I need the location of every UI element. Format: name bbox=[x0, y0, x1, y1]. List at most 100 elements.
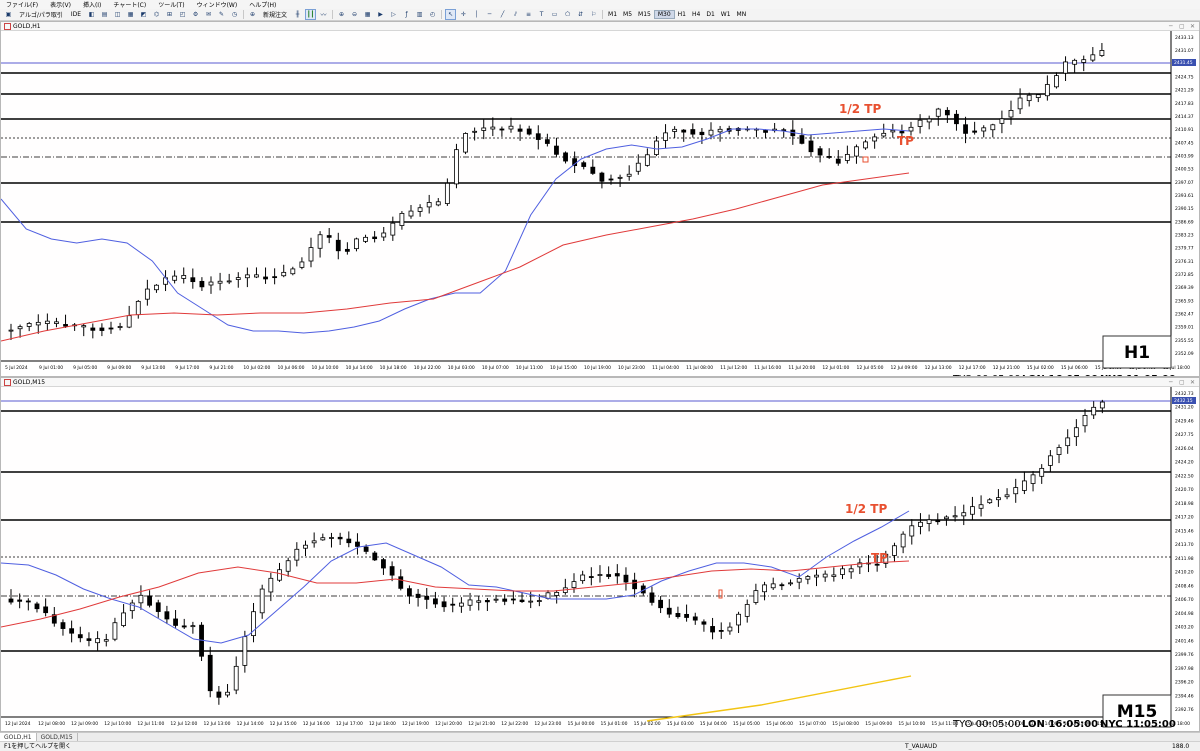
candle-chart-icon[interactable]: ┃┃ bbox=[305, 9, 317, 20]
timeframe-d1[interactable]: D1 bbox=[703, 11, 717, 18]
menu-item-3[interactable]: チャート(C) bbox=[107, 0, 152, 9]
chart-window-title-bar[interactable]: GOLD,M15 ─ ▢ ✕ bbox=[1, 378, 1199, 387]
minimize-icon[interactable]: ─ bbox=[1169, 378, 1173, 387]
market-watch-icon[interactable]: ▤ bbox=[99, 9, 110, 20]
menu-item-5[interactable]: ウィンドウ(W) bbox=[191, 0, 244, 9]
signals-icon[interactable]: ⌬ bbox=[151, 9, 162, 20]
time-axis-label: 12 Jul 10:00 bbox=[104, 721, 131, 727]
fibonacci-icon[interactable]: ≡ bbox=[523, 9, 534, 20]
price-axis-label: 2424.75 bbox=[1175, 75, 1194, 81]
timeframe-h1[interactable]: H1 bbox=[675, 11, 689, 18]
shapes-icon[interactable]: ⬠ bbox=[562, 9, 573, 20]
price-axis-label: 2432.73 bbox=[1175, 391, 1194, 397]
tile-windows-icon[interactable]: ▦ bbox=[362, 9, 373, 20]
bar-chart-icon[interactable]: ╫ bbox=[292, 9, 303, 20]
minimize-icon[interactable]: ─ bbox=[1169, 22, 1173, 31]
indicators-icon[interactable]: ƒ bbox=[401, 9, 412, 20]
arrows-icon[interactable]: ⇵ bbox=[575, 9, 586, 20]
candle-body bbox=[1099, 401, 1105, 409]
timeframe-w1[interactable]: W1 bbox=[718, 11, 734, 18]
maximize-icon[interactable]: ▢ bbox=[1179, 22, 1185, 31]
candle-body bbox=[329, 537, 334, 539]
time-axis-label: 12 Jul 11:00 bbox=[137, 721, 164, 727]
candle-body bbox=[554, 591, 560, 596]
candle-body bbox=[1073, 427, 1079, 438]
timeframe-mn[interactable]: MN bbox=[734, 11, 750, 18]
ide-button[interactable]: IDE bbox=[68, 9, 84, 20]
chart-shift-icon[interactable]: ▷ bbox=[388, 9, 399, 20]
navigator-icon[interactable]: ◫ bbox=[112, 9, 123, 20]
algo-icon[interactable]: ⚙ bbox=[190, 9, 201, 20]
new-chart-icon[interactable]: ▣ bbox=[3, 9, 14, 20]
close-icon[interactable]: ✕ bbox=[1190, 22, 1195, 31]
account-button[interactable]: アルゴ/パラ取引 bbox=[16, 9, 66, 20]
calendar-icon[interactable]: ◷ bbox=[229, 9, 240, 20]
candle-body bbox=[590, 166, 596, 174]
price-chart-m15[interactable]: 2432.73 2431.20 2429.46 2427.75 2426.04 2424.… bbox=[1, 387, 1199, 731]
vps-icon[interactable]: ◰ bbox=[177, 9, 188, 20]
candle-body bbox=[493, 598, 499, 601]
crosshair-icon[interactable]: ✛ bbox=[458, 9, 469, 20]
price-axis-label: 2403.99 bbox=[1175, 154, 1194, 160]
objects-icon[interactable]: ⚐ bbox=[588, 9, 599, 20]
menu-item-0[interactable]: ファイル(F) bbox=[0, 0, 44, 9]
candle-body bbox=[617, 176, 623, 179]
candle-body bbox=[467, 599, 473, 606]
market-icon[interactable]: ⊞ bbox=[164, 9, 175, 20]
menu-item-4[interactable]: ツール(T) bbox=[152, 0, 190, 9]
trend-line-icon[interactable]: ╱ bbox=[497, 9, 508, 20]
time-axis-label: 9 Jul 13:00 bbox=[141, 365, 165, 371]
price-axis-label: 2431.07 bbox=[1175, 48, 1194, 54]
news-icon[interactable]: ✉ bbox=[203, 9, 214, 20]
price-chart-h1[interactable]: 2433.132431.072429.232424.752421.292417.… bbox=[1, 31, 1199, 376]
zoom-in-icon[interactable]: ⊕ bbox=[336, 9, 347, 20]
chart-window-title-bar[interactable]: GOLD,H1 ─ ▢ ✕ bbox=[1, 22, 1199, 31]
candle-body bbox=[644, 154, 650, 166]
auto-scroll-icon[interactable]: ▶ bbox=[375, 9, 386, 20]
new-order-icon[interactable]: ⊕ bbox=[247, 9, 258, 20]
terminal-icon[interactable]: ▦ bbox=[125, 9, 136, 20]
price-axis-label: 2413.70 bbox=[1175, 542, 1194, 548]
templates-icon[interactable]: ▥ bbox=[414, 9, 425, 20]
menu-item-6[interactable]: ヘルプ(H) bbox=[243, 0, 282, 9]
candle-body bbox=[69, 628, 75, 634]
channel-icon[interactable]: ⫽ bbox=[510, 9, 521, 20]
text-tool-icon[interactable]: T bbox=[536, 9, 547, 20]
chart-window-m15[interactable]: GOLD,M15 ─ ▢ ✕ 2432.73 2431.20 2429.46 2427… bbox=[0, 377, 1200, 732]
profiles-icon[interactable]: ◧ bbox=[86, 9, 97, 20]
timeframe-m15[interactable]: M15 bbox=[635, 11, 654, 18]
timeframe-m5[interactable]: M5 bbox=[620, 11, 635, 18]
mail-icon[interactable]: ✎ bbox=[216, 9, 227, 20]
candle-body bbox=[563, 152, 568, 162]
timeframe-h4[interactable]: H4 bbox=[689, 11, 703, 18]
candle-body bbox=[408, 210, 414, 217]
vertical-line-icon[interactable]: │ bbox=[471, 9, 482, 20]
candle-body bbox=[17, 599, 23, 602]
candle-body bbox=[863, 141, 868, 149]
label-tool-icon[interactable]: ▭ bbox=[549, 9, 560, 20]
horizontal-line-icon[interactable]: ─ bbox=[484, 9, 495, 20]
toolbar: ▣ アルゴ/パラ取引 IDE ◧ ▤ ◫ ▦ ◩ ⌬ ⊞ ◰ ⚙ ✉ ✎ ◷ ⊕… bbox=[0, 9, 1200, 21]
cursor-icon[interactable]: ↖ bbox=[445, 9, 457, 20]
periods-icon[interactable]: ◴ bbox=[427, 9, 438, 20]
timeframe-m30[interactable]: M30 bbox=[653, 10, 675, 19]
candle-body bbox=[663, 132, 668, 141]
menu-item-2[interactable]: 挿入(I) bbox=[77, 0, 107, 9]
menu-item-1[interactable]: 表示(V) bbox=[44, 0, 77, 9]
tester-icon[interactable]: ◩ bbox=[138, 9, 149, 20]
candle-body bbox=[1063, 61, 1068, 74]
new-order-button[interactable]: 新規注文 bbox=[260, 9, 290, 20]
candle-body bbox=[226, 280, 232, 283]
candle-body bbox=[435, 201, 441, 206]
close-icon[interactable]: ✕ bbox=[1190, 378, 1195, 387]
candle-body bbox=[43, 606, 49, 614]
candle-body bbox=[303, 544, 308, 549]
line-chart-icon[interactable]: 〰 bbox=[318, 9, 329, 20]
maximize-icon[interactable]: ▢ bbox=[1179, 378, 1185, 387]
candle-body bbox=[181, 625, 187, 628]
timeframe-m1[interactable]: M1 bbox=[605, 11, 620, 18]
candle-body bbox=[1026, 94, 1032, 102]
candle-body bbox=[484, 600, 490, 603]
zoom-out-icon[interactable]: ⊖ bbox=[349, 9, 360, 20]
chart-window-h1[interactable]: GOLD,H1 ─ ▢ ✕ 2433.132431.072429.232424.… bbox=[0, 21, 1200, 377]
